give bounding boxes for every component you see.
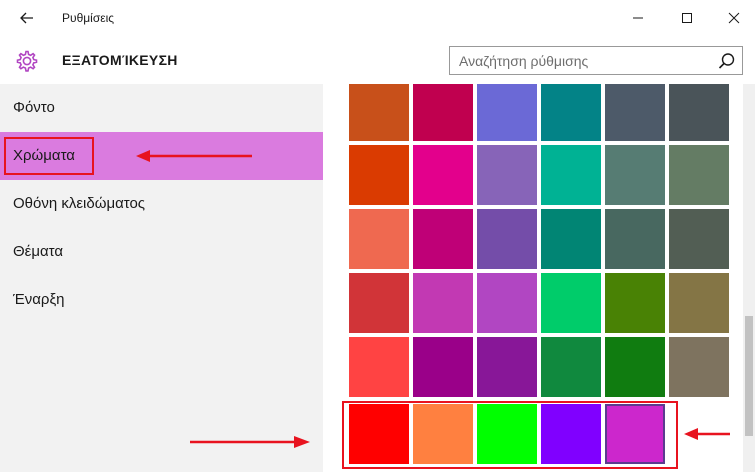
color-swatch[interactable]: [541, 404, 601, 464]
color-swatch[interactable]: [413, 404, 473, 464]
color-swatch[interactable]: [605, 209, 665, 269]
color-swatch[interactable]: [605, 337, 665, 397]
color-swatch[interactable]: [349, 145, 409, 205]
color-swatch[interactable]: [477, 209, 537, 269]
sidebar-item-lock-screen[interactable]: Οθόνη κλειδώματος: [0, 180, 323, 228]
minimize-icon: [633, 17, 643, 19]
color-swatch[interactable]: [413, 273, 473, 333]
color-swatch[interactable]: [669, 145, 729, 205]
color-swatch[interactable]: [605, 145, 665, 205]
minimize-button[interactable]: [615, 0, 661, 36]
sidebar-item-themes[interactable]: Θέματα: [0, 228, 323, 276]
highlight-box: [4, 137, 94, 175]
color-swatch[interactable]: [413, 209, 473, 269]
maximize-icon: [682, 13, 692, 23]
color-swatch[interactable]: [349, 273, 409, 333]
sidebar-item-label: Φόντο: [13, 99, 55, 116]
color-swatch[interactable]: [541, 337, 601, 397]
color-swatch[interactable]: [349, 84, 409, 141]
close-button[interactable]: [711, 0, 755, 36]
color-swatch[interactable]: [541, 145, 601, 205]
sidebar-item-label: Οθόνη κλειδώματος: [13, 195, 146, 212]
color-swatch[interactable]: [541, 273, 601, 333]
color-swatch[interactable]: [349, 209, 409, 269]
sidebar-item-label: Θέματα: [13, 243, 64, 260]
color-swatch[interactable]: [477, 404, 537, 464]
scrollbar[interactable]: [743, 84, 755, 472]
color-swatch[interactable]: [541, 84, 601, 141]
back-arrow-icon: [20, 12, 33, 24]
color-swatch[interactable]: [477, 145, 537, 205]
color-swatch[interactable]: [669, 337, 729, 397]
color-swatch[interactable]: [605, 84, 665, 141]
search-input[interactable]: [450, 47, 700, 74]
color-swatch[interactable]: [669, 84, 729, 141]
gear-icon: [16, 50, 38, 72]
search-box[interactable]: [449, 46, 743, 75]
color-swatch[interactable]: [413, 145, 473, 205]
color-swatch[interactable]: [669, 273, 729, 333]
back-button[interactable]: [12, 4, 42, 32]
sidebar-item-label: Έναρξη: [13, 291, 65, 308]
color-swatch[interactable]: [605, 404, 665, 464]
color-swatch[interactable]: [669, 209, 729, 269]
color-swatch[interactable]: [477, 273, 537, 333]
color-swatch[interactable]: [413, 337, 473, 397]
maximize-button[interactable]: [664, 0, 710, 36]
color-swatch[interactable]: [541, 209, 601, 269]
color-swatch[interactable]: [477, 84, 537, 141]
color-palette: [323, 84, 755, 472]
sidebar-item-background[interactable]: Φόντο: [0, 84, 323, 132]
annotation-arrow-row: [190, 436, 310, 448]
title-bar: Ρυθμίσεις: [0, 0, 755, 36]
close-icon: [728, 12, 740, 24]
annotation-arrow-colors: [136, 150, 252, 162]
color-swatch[interactable]: [605, 273, 665, 333]
scrollbar-thumb[interactable]: [745, 316, 753, 436]
color-swatch[interactable]: [349, 404, 409, 464]
sidebar: Φόντο Χρώματα Οθόνη κλειδώματος Θέματα Έ…: [0, 84, 323, 472]
page-header: ΕΞΑΤΟΜΊΚΕΥΣΗ: [0, 36, 755, 84]
color-swatch[interactable]: [413, 84, 473, 141]
color-swatch[interactable]: [477, 337, 537, 397]
sidebar-item-start[interactable]: Έναρξη: [0, 276, 323, 324]
window-title: Ρυθμίσεις: [62, 11, 115, 25]
search-icon[interactable]: [718, 52, 736, 70]
annotation-arrow-selected: [684, 428, 730, 440]
page-title: ΕΞΑΤΟΜΊΚΕΥΣΗ: [62, 52, 178, 68]
color-swatch[interactable]: [349, 337, 409, 397]
